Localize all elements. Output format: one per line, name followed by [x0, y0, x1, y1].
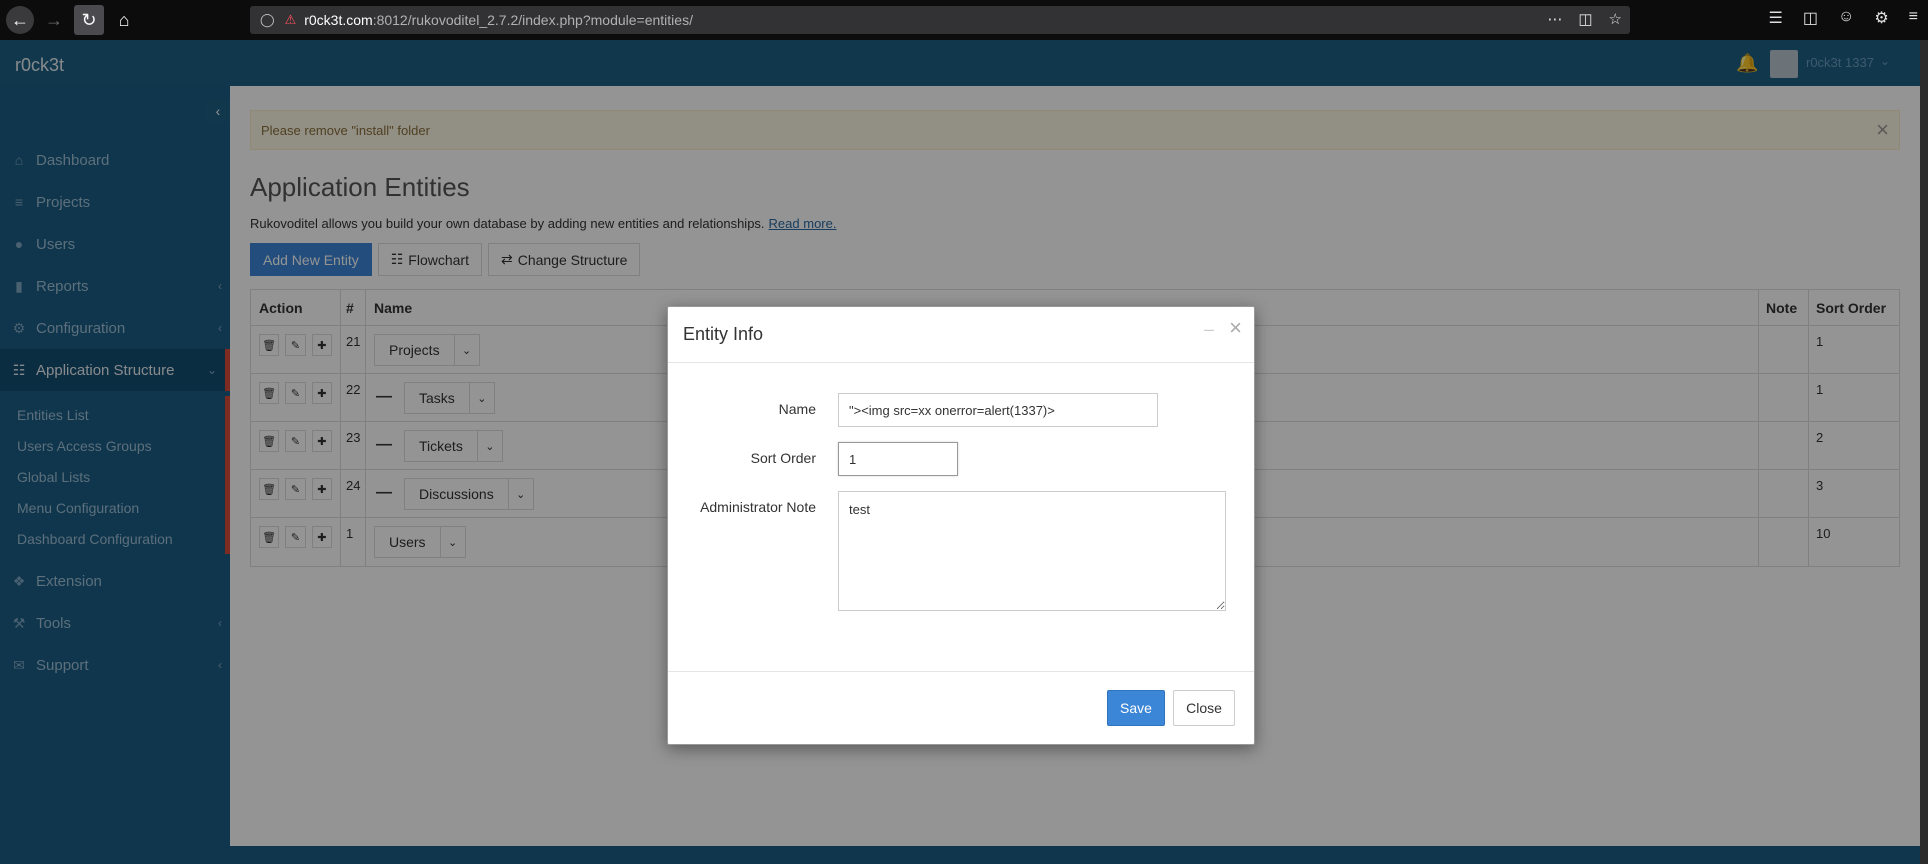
admin-note-label: Administrator Note [700, 499, 816, 515]
scrollbar[interactable] [1920, 40, 1928, 864]
minimize-icon[interactable]: – [1204, 319, 1214, 340]
back-button[interactable]: ← [6, 6, 34, 34]
page-actions-icon[interactable]: ⋯ [1547, 10, 1562, 28]
menu-icon[interactable]: ≡ [1909, 8, 1918, 28]
sort-order-label: Sort Order [750, 450, 816, 466]
forward-button[interactable]: → [39, 5, 69, 35]
address-bar[interactable]: ◯ ⚠ r0ck3t.com:8012/rukovoditel_2.7.2/in… [250, 6, 1630, 34]
reload-button[interactable]: ↻ [74, 5, 104, 35]
insecure-lock-icon[interactable]: ⚠ [285, 12, 297, 28]
entity-info-modal: Entity Info – × Name Sort Order Administ… [667, 306, 1255, 745]
save-button[interactable]: Save [1107, 690, 1165, 726]
close-button[interactable]: Close [1173, 690, 1235, 726]
library-icon[interactable]: ☰ [1769, 8, 1783, 28]
bookmark-star-icon[interactable]: ☆ [1609, 10, 1622, 28]
url-text[interactable]: r0ck3t.com:8012/rukovoditel_2.7.2/index.… [304, 12, 693, 28]
modal-footer: Save Close [668, 671, 1254, 745]
sidebar-icon[interactable]: ◫ [1803, 8, 1818, 28]
name-label: Name [778, 401, 816, 417]
home-button[interactable]: ⌂ [109, 5, 139, 35]
pocket-icon[interactable]: ◫ [1578, 10, 1592, 28]
close-icon[interactable]: × [1229, 315, 1242, 341]
sort-order-input[interactable] [838, 442, 958, 476]
modal-header: Entity Info – × [668, 307, 1254, 363]
browser-toolbar: ← → ↻ ⌂ ◯ ⚠ r0ck3t.com:8012/rukovoditel_… [0, 0, 1928, 40]
account-icon[interactable]: ☺ [1838, 8, 1854, 28]
modal-title: Entity Info [683, 324, 764, 344]
admin-note-textarea[interactable]: test [838, 491, 1226, 611]
name-input[interactable] [838, 393, 1158, 427]
extension-icon[interactable]: ⚙ [1874, 8, 1888, 28]
tracking-shield-icon[interactable]: ◯ [260, 12, 275, 28]
